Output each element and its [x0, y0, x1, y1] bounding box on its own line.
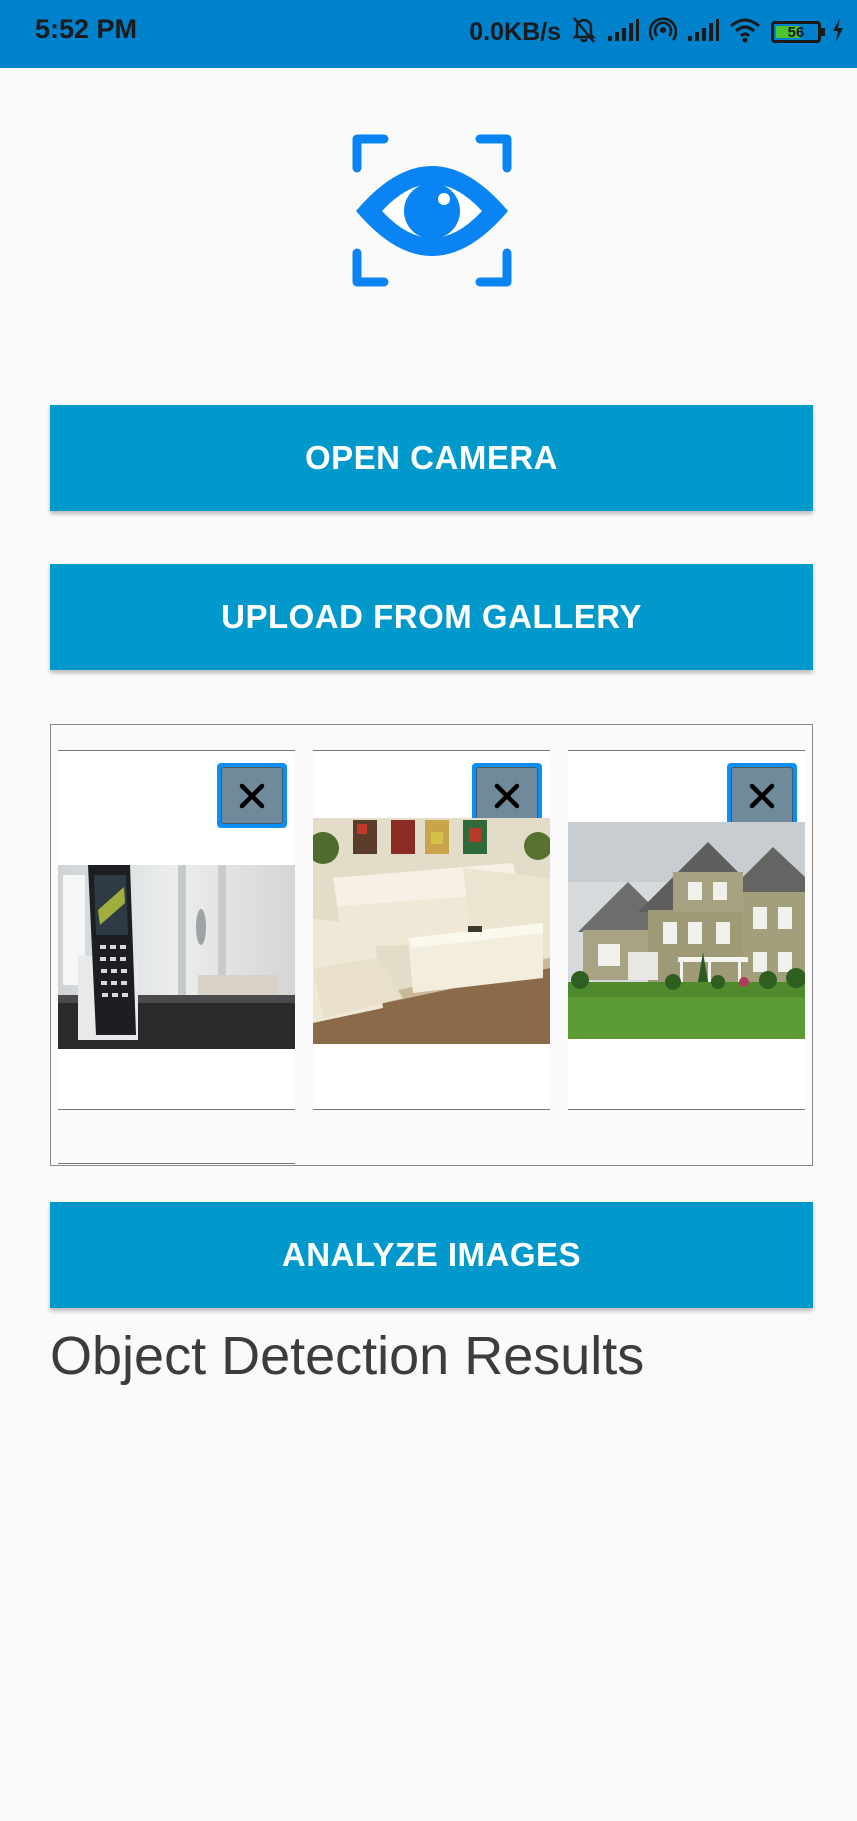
status-right-group: 0.0KB/s 56 [469, 12, 845, 52]
upload-from-gallery-button[interactable]: UPLOAD FROM GALLERY [50, 564, 813, 670]
charging-icon [831, 17, 845, 48]
close-icon [749, 783, 775, 808]
status-time: 5:52 PM [35, 14, 138, 44]
divider [58, 1163, 295, 1164]
results-title: Object Detection Results [50, 1326, 645, 1386]
signal-icon [687, 18, 719, 47]
living-room-sofa-photo [313, 818, 550, 1044]
status-bar: 5:52 PM 0.0KB/s 56 [0, 0, 857, 68]
battery-level: 56 [787, 23, 805, 41]
selected-images-gallery [50, 724, 813, 1166]
image-card [313, 750, 550, 1110]
close-icon [494, 783, 520, 808]
battery-icon: 56 [771, 21, 825, 43]
wifi-icon [729, 17, 761, 48]
open-camera-button[interactable]: OPEN CAMERA [50, 405, 813, 511]
close-icon [239, 783, 265, 808]
image-card [58, 750, 295, 1110]
cordless-phone-photo [58, 865, 295, 1049]
hotspot-icon [648, 16, 678, 49]
suburban-house-photo [568, 822, 805, 1039]
network-speed: 0.0KB/s [469, 17, 561, 46]
eye-scan-icon [352, 133, 512, 288]
mute-bell-icon [571, 16, 597, 49]
signal-icon [607, 18, 639, 47]
remove-image-button[interactable] [217, 763, 287, 828]
image-card [568, 750, 805, 1110]
remove-image-button[interactable] [727, 763, 797, 828]
analyze-images-button[interactable]: ANALYZE IMAGES [50, 1202, 813, 1308]
